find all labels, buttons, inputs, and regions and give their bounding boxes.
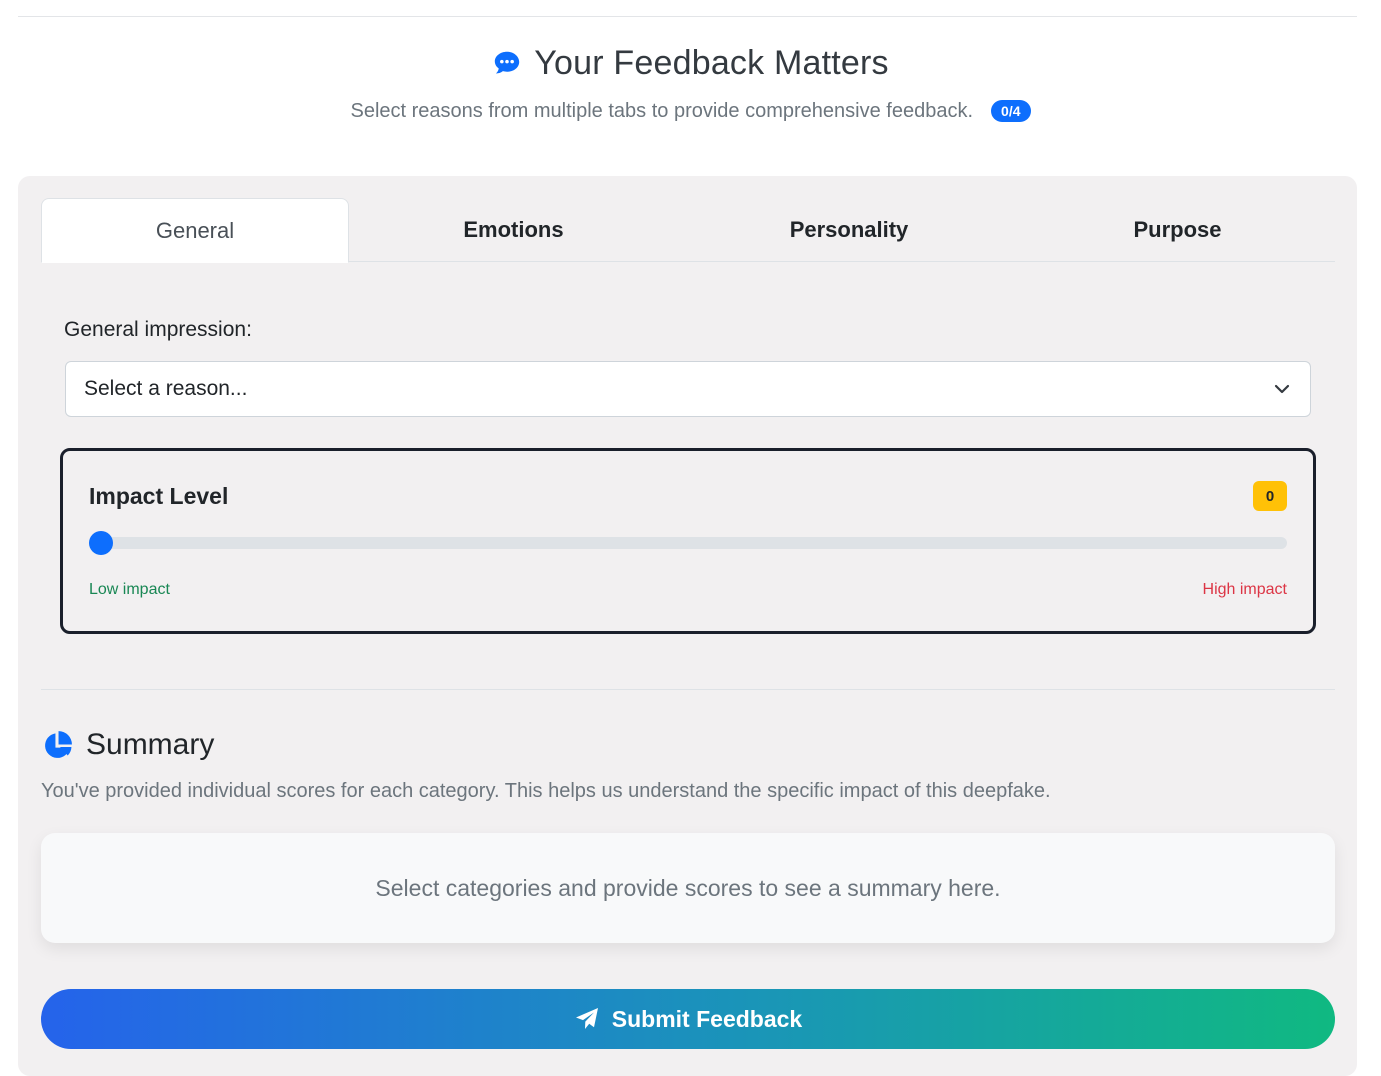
feedback-header: Your Feedback Matters Select reasons fro… xyxy=(0,40,1381,124)
section-divider xyxy=(41,689,1335,690)
low-impact-label: Low impact xyxy=(89,581,170,598)
submit-feedback-label: Submit Feedback xyxy=(611,1005,803,1032)
high-impact-label: High impact xyxy=(1202,581,1287,598)
summary-placeholder: Select categories and provide scores to … xyxy=(375,874,1001,901)
impact-slider-thumb[interactable] xyxy=(89,531,113,555)
subtitle-row: Select reasons from multiple tabs to pro… xyxy=(0,98,1381,124)
page-title: Your Feedback Matters xyxy=(534,43,889,82)
title-row: Your Feedback Matters xyxy=(0,40,1381,86)
summary-description: You've provided individual scores for ea… xyxy=(41,780,1051,802)
summary-heading: Summary xyxy=(41,728,214,762)
impact-value-badge: 0 xyxy=(1253,481,1287,511)
impact-slider[interactable] xyxy=(89,531,1287,555)
summary-title: Summary xyxy=(86,728,215,761)
general-impression-label: General impression: xyxy=(64,318,252,341)
chat-bubble-icon xyxy=(495,51,520,74)
page-subtitle: Select reasons from multiple tabs to pro… xyxy=(350,99,974,122)
category-tabs: General Emotions Personality Purpose xyxy=(41,198,1335,263)
selection-counter-badge: 0/4 xyxy=(991,100,1031,122)
tab-general[interactable]: General xyxy=(41,198,349,263)
tab-purpose[interactable]: Purpose xyxy=(1020,198,1335,262)
submit-feedback-button[interactable]: Submit Feedback xyxy=(41,989,1335,1049)
pie-chart-icon xyxy=(45,730,72,758)
reason-select-value: Select a reason... xyxy=(84,377,248,400)
summary-box: Select categories and provide scores to … xyxy=(41,833,1335,943)
tab-emotions[interactable]: Emotions xyxy=(349,198,678,262)
chevron-down-icon xyxy=(1274,384,1290,394)
top-divider xyxy=(18,16,1357,17)
paper-plane-icon xyxy=(575,1008,598,1029)
feedback-card: General Emotions Personality Purpose Gen… xyxy=(18,176,1357,1076)
reason-select[interactable]: Select a reason... xyxy=(65,361,1311,417)
impact-level-title: Impact Level xyxy=(89,483,229,509)
tab-personality[interactable]: Personality xyxy=(678,198,1020,262)
impact-level-panel: Impact Level 0 Low impact High impact xyxy=(60,448,1316,634)
